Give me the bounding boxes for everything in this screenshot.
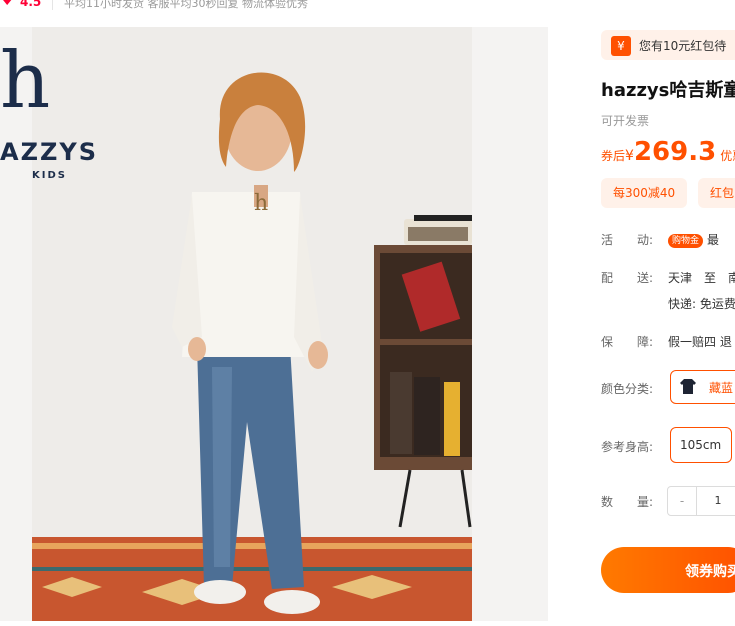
- activity-text: 最: [707, 233, 720, 247]
- brand-logo-name: AZZYS: [0, 138, 99, 166]
- size-option-105cm[interactable]: 105cm: [670, 427, 732, 463]
- price-suffix: 优惠: [720, 149, 735, 163]
- buy-button-label: 领券购买: [685, 564, 735, 580]
- shopping-gold-badge: 购物金: [668, 234, 704, 248]
- promo-tag-red-packet[interactable]: 红包: [698, 178, 735, 208]
- sweater-thumbnail-icon: [680, 379, 696, 394]
- quantity-label: 数 量:: [601, 495, 654, 509]
- svg-text:h: h: [254, 191, 268, 216]
- shipping-route[interactable]: 天津 至 南: [668, 269, 735, 286]
- price-value: 269.3: [633, 137, 717, 167]
- promo-tag-discount[interactable]: 每300减40: [601, 178, 688, 208]
- claim-coupon-buy-button[interactable]: 领券购买: [601, 547, 735, 593]
- currency-symbol: ¥: [625, 148, 634, 164]
- quantity-stepper[interactable]: - 1: [667, 486, 735, 516]
- color-option-label: 藏蓝: [709, 381, 734, 395]
- activity-value: 购物金最: [668, 231, 719, 248]
- brand-logo-glyph: h: [0, 36, 51, 126]
- activity-label: 活 动:: [601, 233, 654, 247]
- heart-icon: ♥: [0, 0, 14, 9]
- brand-logo: h AZZYS KIDS: [0, 42, 100, 182]
- shop-service-stats: 平均11小时发货 客服平均30秒回复 物流体验优秀: [64, 0, 308, 10]
- invoice-note: 可开发票: [601, 114, 650, 128]
- shipping-method: 快递: 免运费: [668, 297, 735, 311]
- brand-logo-sub: KIDS: [32, 170, 67, 181]
- red-packet-icon: ¥: [611, 36, 631, 56]
- size-option-label: 105cm: [680, 438, 722, 452]
- price-row: 券后¥269.3优惠: [601, 137, 735, 167]
- shipping-label: 配 送:: [601, 271, 654, 285]
- guarantee-label: 保 障:: [601, 335, 654, 349]
- product-main-image[interactable]: h h AZZYS KIDS: [0, 27, 548, 621]
- coupon-banner-text: 您有10元红包待: [639, 39, 727, 53]
- price-label: 券后: [601, 149, 626, 163]
- shop-rating-score: 4.5: [20, 0, 42, 9]
- size-label: 参考身高:: [601, 440, 654, 454]
- guarantee-text: 假一赔四 退: [668, 335, 732, 349]
- quantity-input[interactable]: 1: [698, 487, 735, 515]
- shop-rating-bar: ♥ 4.5 平均11小时发货 客服平均30秒回复 物流体验优秀: [0, 0, 735, 14]
- divider: [52, 0, 53, 10]
- coupon-banner[interactable]: ¥ 您有10元红包待: [601, 30, 735, 60]
- quantity-decrease-button[interactable]: -: [668, 487, 697, 515]
- product-title: hazzys哈吉斯童: [601, 80, 735, 101]
- color-label: 颜色分类:: [601, 382, 654, 396]
- color-option-navy[interactable]: 藏蓝: [670, 370, 735, 404]
